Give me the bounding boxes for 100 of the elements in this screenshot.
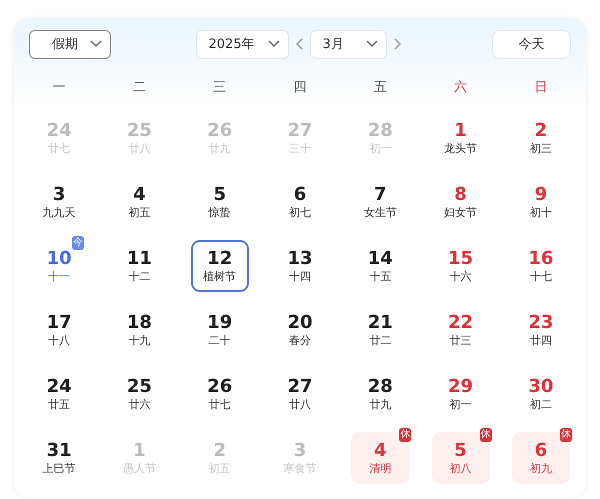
day-number: 14 — [368, 248, 393, 270]
lunar-date: 初五 — [128, 206, 150, 220]
day-number: 12 — [207, 248, 232, 270]
day-cell[interactable]: 22 廿三 — [432, 304, 490, 356]
today-button[interactable]: 今天 — [492, 30, 571, 58]
lunar-date: 植树节 — [203, 270, 236, 284]
today-badge: 今 — [72, 236, 84, 250]
day-cell[interactable]: 29 初一 — [432, 368, 490, 420]
day-cell[interactable]: 16 十七 — [512, 240, 570, 292]
day-number: 31 — [46, 440, 72, 462]
lunar-date: 十六 — [450, 270, 472, 284]
day-number: 24 — [46, 376, 72, 398]
day-number: 18 — [126, 312, 152, 334]
lunar-date: 寒食节 — [283, 462, 316, 476]
day-cell[interactable]: 1 龙头节 — [432, 112, 490, 164]
weekday-label: 六 — [454, 79, 468, 96]
day-cell[interactable]: 31 上巳节 — [30, 432, 88, 484]
day-cell[interactable]: 9 初十 — [512, 176, 570, 228]
day-cell[interactable]: 17 十八 — [30, 304, 88, 356]
day-number: 27 — [287, 376, 313, 398]
lunar-date: 十四 — [288, 270, 311, 284]
day-number: 17 — [46, 312, 72, 334]
day-cell[interactable]: 13 十四 — [270, 240, 329, 292]
lunar-date: 廿四 — [530, 334, 552, 348]
selected-day-cell[interactable]: 12 植树节 — [190, 240, 249, 292]
day-number: 4 — [133, 184, 146, 206]
day-number: 11 — [126, 248, 152, 270]
day-number: 25 — [126, 376, 152, 398]
day-number: 10 — [46, 248, 72, 270]
day-cell[interactable]: 23 廿四 — [512, 304, 570, 356]
day-number: 20 — [287, 312, 313, 334]
day-cell[interactable]: 15 十六 — [432, 240, 490, 292]
year-select[interactable]: 2025年 — [196, 30, 288, 58]
lunar-date: 二十 — [208, 334, 231, 348]
chevron-left-icon[interactable] — [296, 38, 302, 50]
day-cell[interactable]: 30 初二 — [512, 368, 570, 420]
day-cell[interactable]: 27 廿八 — [270, 368, 329, 420]
lunar-date: 初一 — [450, 398, 472, 412]
lunar-date: 九九天 — [42, 206, 76, 220]
day-cell[interactable]: 8 妇女节 — [432, 176, 490, 228]
chevron-down-icon — [366, 40, 378, 48]
lunar-date: 妇女节 — [444, 206, 478, 220]
day-cell[interactable]: 5 惊蛰 — [190, 176, 249, 228]
day-cell[interactable]: 6 初七 — [270, 176, 329, 228]
weekday-label: 五 — [374, 79, 387, 96]
day-cell[interactable]: 19 二十 — [190, 304, 249, 356]
day-cell[interactable]: 28 廿九 — [351, 368, 410, 420]
day-number: 2 — [213, 440, 226, 462]
day-number: 24 — [46, 120, 72, 142]
day-number: 6 — [294, 184, 306, 206]
chevron-down-icon — [268, 40, 280, 48]
day-number: 5 — [454, 440, 467, 462]
day-number: 8 — [454, 184, 467, 206]
day-number: 1 — [133, 440, 146, 462]
day-number: 15 — [448, 248, 474, 270]
month-select[interactable]: 3月 — [310, 30, 386, 58]
day-cell[interactable]: 18 十九 — [110, 304, 168, 356]
day-number: 5 — [213, 184, 226, 206]
day-cell[interactable]: 14 十五 — [351, 240, 410, 292]
lunar-date: 初九 — [530, 462, 552, 476]
lunar-date: 上巳节 — [42, 462, 76, 476]
day-cell[interactable]: 21 廿二 — [351, 304, 410, 356]
day-number: 6 — [534, 440, 548, 462]
day-number: 7 — [374, 184, 387, 206]
day-cell[interactable]: 4 初五 — [110, 176, 168, 228]
day-number: 26 — [207, 120, 232, 142]
weekday-label: 日 — [534, 79, 548, 96]
rest-badge: 休 — [480, 428, 492, 442]
lunar-date: 初五 — [208, 462, 231, 476]
chevron-right-icon[interactable] — [394, 38, 400, 50]
lunar-date: 廿八 — [288, 398, 311, 412]
holiday-select[interactable]: 假期 — [29, 30, 111, 58]
day-number: 19 — [207, 312, 232, 334]
day-cell[interactable]: 20 春分 — [270, 304, 329, 356]
lunar-date: 十五 — [369, 270, 392, 284]
day-cell[interactable]: 26 廿七 — [190, 368, 249, 420]
day-number: 26 — [207, 376, 232, 398]
day-number: 9 — [534, 184, 548, 206]
lunar-date: 廿七 — [208, 398, 231, 412]
lunar-date: 初七 — [288, 206, 311, 220]
lunar-date: 廿五 — [48, 398, 70, 412]
day-number: 28 — [368, 376, 393, 398]
lunar-date: 十七 — [530, 270, 552, 284]
day-cell[interactable]: 24 廿五 — [30, 368, 88, 420]
lunar-date: 初一 — [369, 142, 392, 156]
lunar-date: 初三 — [530, 142, 552, 156]
lunar-date: 惊蛰 — [208, 206, 231, 220]
lunar-date: 三十 — [288, 142, 311, 156]
lunar-date: 十八 — [48, 334, 70, 348]
lunar-date: 初八 — [450, 462, 472, 476]
day-cell[interactable]: 11 十二 — [110, 240, 168, 292]
lunar-date: 廿八 — [128, 142, 150, 156]
day-cell[interactable]: 7 女生节 — [351, 176, 410, 228]
day-number: 16 — [528, 248, 554, 270]
day-cell[interactable]: 2 初三 — [512, 112, 570, 164]
day-number: 2 — [534, 120, 548, 142]
lunar-date: 初二 — [530, 398, 552, 412]
day-cell[interactable]: 25 廿六 — [110, 368, 168, 420]
day-cell[interactable]: 3 九九天 — [30, 176, 88, 228]
day-number: 3 — [294, 440, 306, 462]
